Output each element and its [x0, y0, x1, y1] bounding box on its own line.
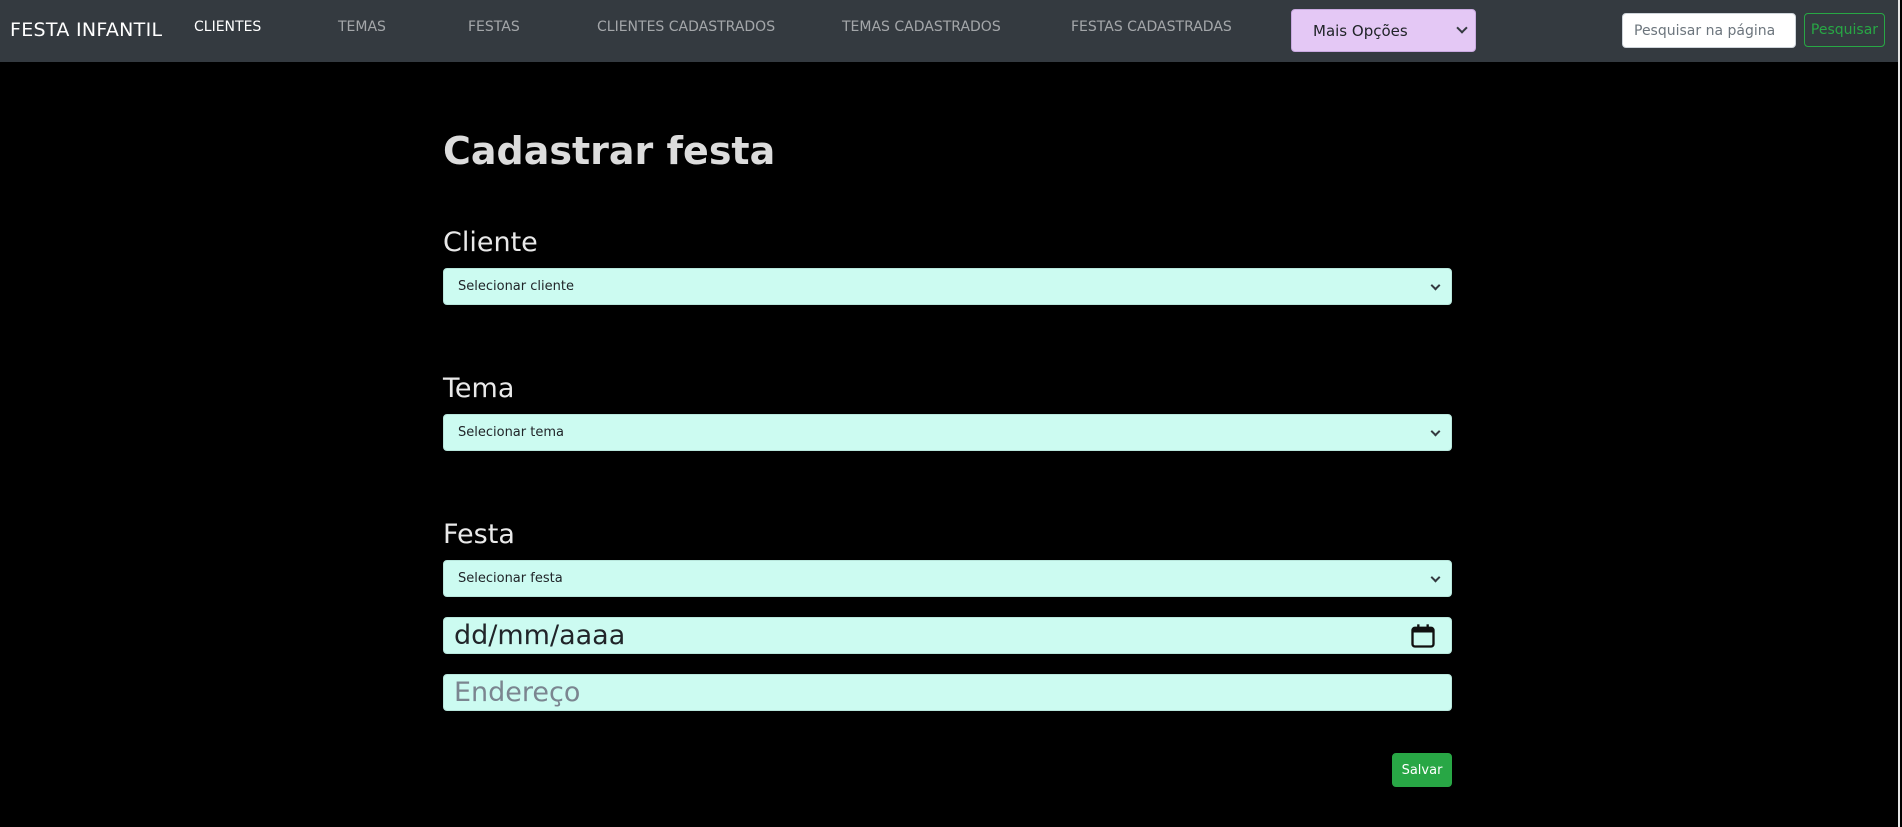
tema-label: Tema: [443, 373, 515, 404]
window-edge: [1898, 0, 1900, 827]
more-options-label: Mais Opções: [1313, 22, 1408, 40]
cliente-label: Cliente: [443, 227, 538, 258]
date-input-placeholder: dd/mm/aaaa: [454, 620, 626, 651]
cliente-select-value: Selecionar cliente: [458, 279, 574, 294]
nav-link-festas-cadastradas[interactable]: FESTAS CADASTRADAS: [1071, 19, 1232, 35]
more-options-select[interactable]: Mais Opções: [1291, 9, 1476, 52]
save-button[interactable]: Salvar: [1392, 753, 1452, 787]
festa-select[interactable]: Selecionar festa: [443, 560, 1452, 597]
search-button[interactable]: Pesquisar: [1804, 13, 1885, 47]
nav-link-temas[interactable]: TEMAS: [338, 19, 386, 35]
calendar-icon[interactable]: [1409, 622, 1437, 650]
tema-select-value: Selecionar tema: [458, 425, 564, 440]
date-input[interactable]: dd/mm/aaaa: [443, 617, 1452, 654]
nav-link-clientes[interactable]: CLIENTES: [194, 19, 261, 35]
brand-link[interactable]: FESTA INFANTIL: [10, 19, 162, 41]
page-title: Cadastrar festa: [443, 129, 776, 173]
festa-label: Festa: [443, 519, 515, 550]
chevron-down-icon: [1456, 22, 1468, 34]
chevron-down-icon: [1430, 280, 1441, 291]
chevron-down-icon: [1430, 426, 1441, 437]
chevron-down-icon: [1430, 572, 1441, 583]
festa-select-value: Selecionar festa: [458, 571, 563, 586]
endereco-input-placeholder: Endereço: [454, 677, 581, 708]
search-input[interactable]: [1622, 13, 1796, 48]
cliente-select[interactable]: Selecionar cliente: [443, 268, 1452, 305]
navbar: FESTA INFANTIL CLIENTES TEMAS FESTAS CLI…: [0, 0, 1900, 62]
endereco-input[interactable]: Endereço: [443, 674, 1452, 711]
nav-link-clientes-cadastrados[interactable]: CLIENTES CADASTRADOS: [597, 19, 775, 35]
page: FESTA INFANTIL CLIENTES TEMAS FESTAS CLI…: [0, 0, 1900, 827]
nav-link-temas-cadastrados[interactable]: TEMAS CADASTRADOS: [842, 19, 1001, 35]
nav-link-festas[interactable]: FESTAS: [468, 19, 520, 35]
tema-select[interactable]: Selecionar tema: [443, 414, 1452, 451]
